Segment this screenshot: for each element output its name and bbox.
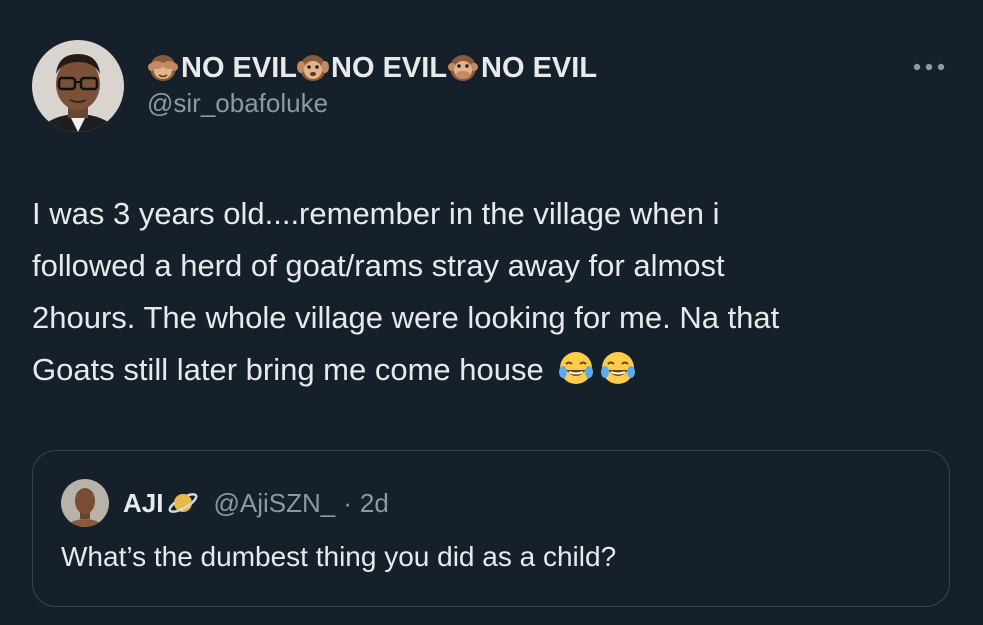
quoted-separator: ·	[343, 487, 352, 518]
author-avatar[interactable]	[32, 40, 124, 132]
author-name-part-3: NO EVIL	[481, 51, 598, 84]
quoted-tweet[interactable]: AJI @AjiSZN_ · 2d What’s the dumbest thi…	[32, 450, 950, 607]
quoted-tweet-text: What’s the dumbest thing you did as a ch…	[61, 541, 617, 572]
quoted-timestamp[interactable]: 2d	[360, 488, 389, 519]
more-options-icon	[913, 63, 945, 71]
quoted-author-handle[interactable]: @AjiSZN_	[213, 488, 335, 519]
tweet-text-line-4-text: Goats still later bring me come house	[32, 352, 544, 387]
speak-no-evil-monkey-icon	[448, 55, 479, 81]
tweet-text-line-2: followed a herd of goat/rams stray away …	[32, 248, 725, 283]
tweet-text-line-1: I was 3 years old....remember in the vil…	[32, 196, 720, 231]
face-with-tears-of-joy-icon	[600, 352, 635, 384]
quoted-header: AJI @AjiSZN_ · 2d	[123, 485, 389, 521]
tweet-text-line-4: Goats still later bring me come house	[32, 344, 952, 396]
hear-no-evil-monkey-icon	[297, 55, 330, 81]
author-handle[interactable]: @sir_obafoluke	[147, 88, 328, 119]
ringed-planet-icon	[168, 493, 198, 513]
tweet-text-line-3: 2hours. The whole village were looking f…	[32, 300, 780, 335]
tweet-text: I was 3 years old....remember in the vil…	[32, 188, 952, 396]
face-with-tears-of-joy-icon	[558, 352, 593, 384]
quoted-author-avatar[interactable]	[61, 479, 109, 527]
quoted-author-name[interactable]: AJI	[123, 488, 163, 519]
more-options-button[interactable]	[909, 54, 949, 80]
author-display-name[interactable]: NO EVIL NO EVIL NO EVIL	[147, 48, 597, 88]
see-no-evil-monkey-icon	[148, 55, 178, 81]
author-name-part-2: NO EVIL	[331, 51, 448, 84]
author-name-part-1: NO EVIL	[181, 51, 298, 84]
